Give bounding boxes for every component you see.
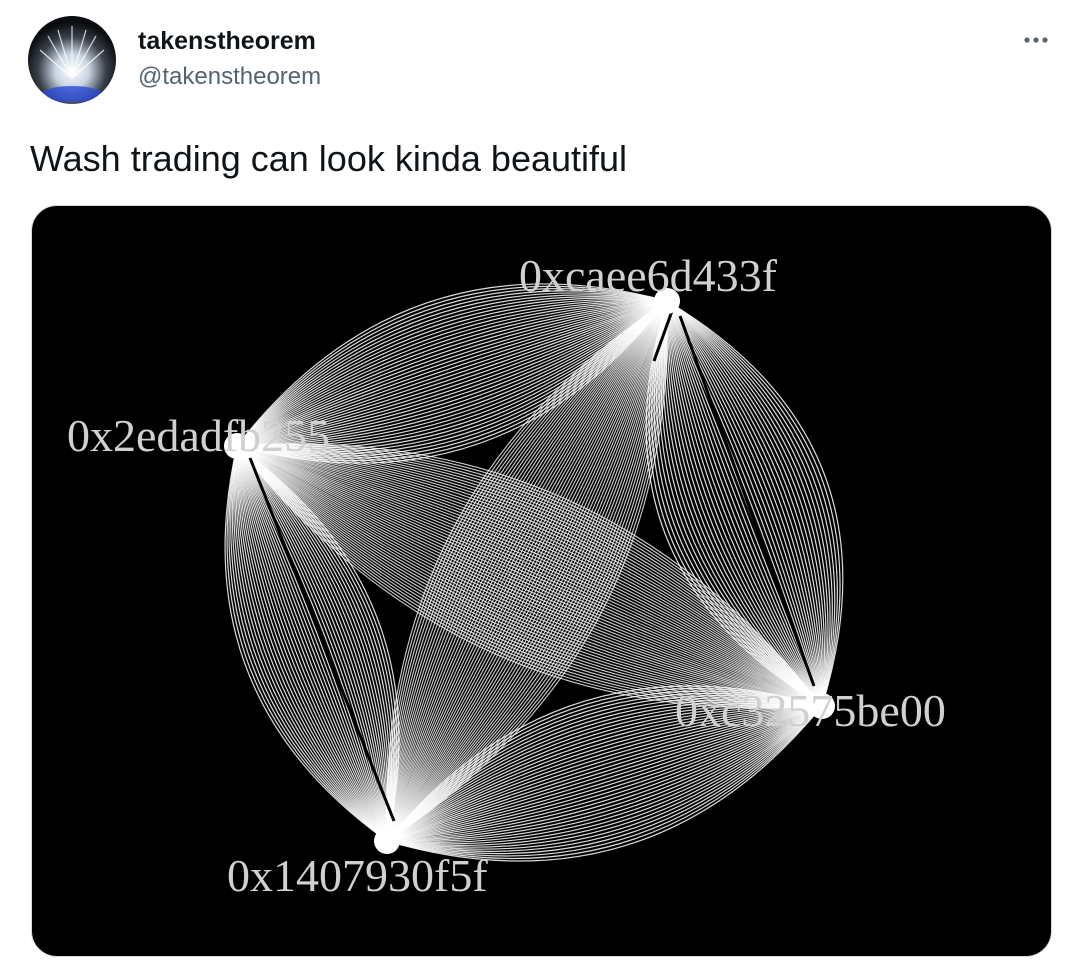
graph-edges [224, 283, 844, 862]
more-options-button[interactable] [1014, 22, 1058, 58]
tweet-media-image[interactable]: 0xcaee6d433f 0x2edadfb255 0xc32575be00 0x14… [31, 205, 1052, 957]
user-handle[interactable]: @takenstheorem [138, 63, 321, 91]
tweet-text: Wash trading can look kinda beautiful [30, 138, 628, 179]
more-dots-icon [1024, 37, 1048, 43]
profile-avatar[interactable] [28, 16, 116, 104]
node-label-left: 0x2edadfb255 [67, 410, 330, 461]
network-graph: 0xcaee6d433f 0x2edadfb255 0xc32575be00 0x14… [67, 250, 946, 901]
avatar-image [28, 16, 116, 104]
node-label-bottom: 0x1407930f5f [227, 850, 488, 901]
display-name[interactable]: takenstheorem [138, 27, 316, 56]
graph-labels: 0xcaee6d433f 0x2edadfb255 0xc32575be00 0x14… [67, 250, 946, 901]
node-label-right: 0xc32575be00 [675, 685, 946, 736]
node-label-top: 0xcaee6d433f [519, 250, 778, 301]
